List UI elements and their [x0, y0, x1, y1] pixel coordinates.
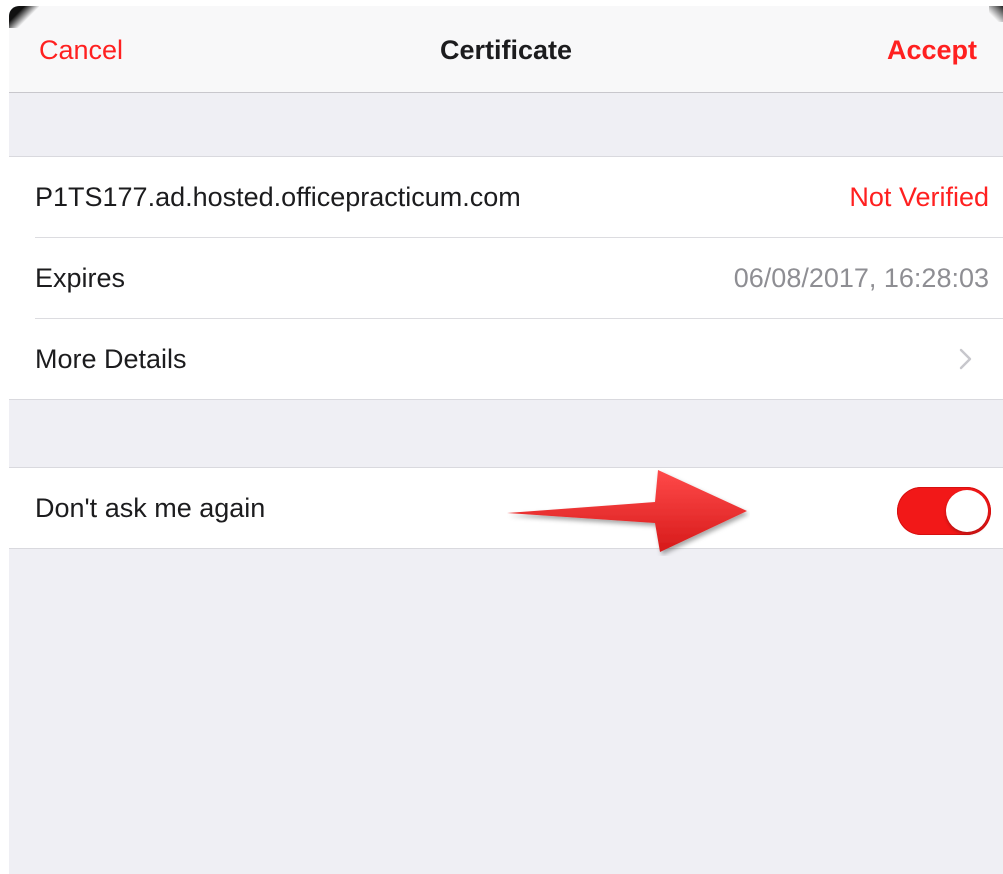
- certificate-sheet: Cancel Certificate Accept P1TS177.ad.hos…: [9, 6, 1003, 874]
- more-details-row[interactable]: More Details: [9, 319, 1003, 400]
- certificate-host-row: P1TS177.ad.hosted.officepracticum.com No…: [9, 157, 1003, 238]
- expires-value: 06/08/2017, 16:28:03: [733, 263, 989, 293]
- dont-ask-toggle[interactable]: [897, 487, 991, 535]
- certificate-host: P1TS177.ad.hosted.officepracticum.com: [35, 182, 521, 212]
- accept-button[interactable]: Accept: [887, 34, 977, 66]
- corner-shadow: [989, 6, 1003, 22]
- page-title: Certificate: [439, 35, 573, 65]
- dont-ask-group: Don't ask me again: [9, 467, 1003, 549]
- toggle-knob: [946, 490, 988, 532]
- dont-ask-row: Don't ask me again: [9, 468, 1003, 549]
- expires-row: Expires 06/08/2017, 16:28:03: [9, 238, 1003, 319]
- expires-label: Expires: [35, 263, 126, 293]
- navigation-bar: Cancel Certificate Accept: [9, 6, 1003, 93]
- dont-ask-label: Don't ask me again: [35, 493, 266, 523]
- more-details-label: More Details: [35, 344, 187, 374]
- chevron-right-icon: [959, 348, 972, 370]
- verification-status: Not Verified: [849, 182, 989, 212]
- certificate-info-group: P1TS177.ad.hosted.officepracticum.com No…: [9, 156, 1003, 400]
